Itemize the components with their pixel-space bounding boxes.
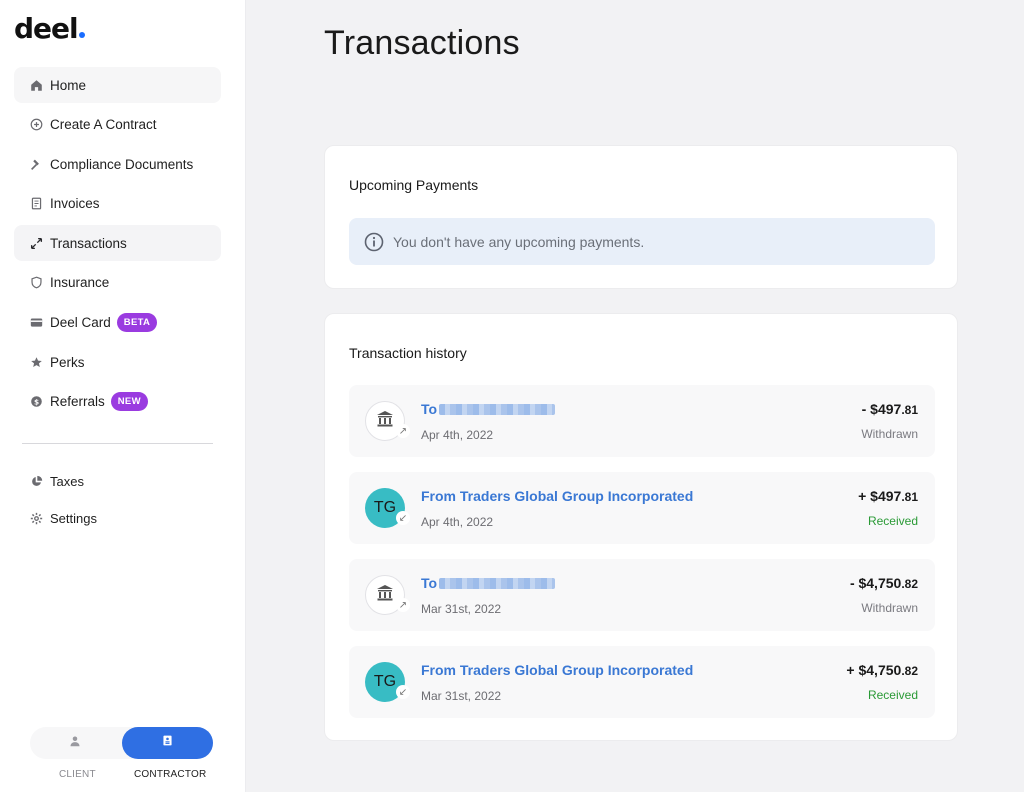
- amount-cents: .81: [901, 403, 918, 417]
- upcoming-payments-title: Upcoming Payments: [349, 177, 479, 193]
- sidebar-item-settings[interactable]: Settings: [14, 500, 221, 536]
- card-icon: [30, 315, 50, 331]
- sidebar-item-label: Referrals: [50, 394, 105, 410]
- sidebar-item-deel-card[interactable]: Deel Card BETA: [14, 305, 221, 341]
- amount-main: - $4,750: [849, 575, 902, 591]
- sidebar-secondary-nav: Taxes Settings: [14, 463, 221, 537]
- bank-icon: [375, 583, 395, 608]
- transaction-status: Withdrawn: [861, 601, 918, 615]
- sidebar-item-label: Home: [50, 77, 87, 93]
- redacted-recipient: [439, 578, 556, 589]
- pie-chart-icon: [30, 473, 50, 489]
- document-icon: [30, 196, 50, 212]
- sidebar-item-label: Create A Contract: [50, 117, 157, 133]
- contractor-role-button[interactable]: [122, 727, 213, 759]
- sidebar: deel Home Create A Contract Compliance D…: [0, 0, 246, 792]
- star-icon: [30, 354, 50, 370]
- sidebar-item-label: Transactions: [50, 235, 127, 251]
- transaction-status: Received: [867, 688, 918, 702]
- home-icon: [30, 77, 50, 93]
- transaction-date: Mar 31st, 2022: [421, 602, 502, 616]
- outgoing-arrow-icon: ↗: [396, 424, 410, 438]
- svg-text:$: $: [34, 398, 39, 407]
- sidebar-item-perks[interactable]: Perks: [14, 344, 221, 380]
- redacted-recipient: [439, 404, 556, 415]
- empty-upcoming-notice: You don't have any upcoming payments.: [349, 218, 935, 265]
- transaction-history-title: Transaction history: [349, 345, 467, 361]
- sidebar-item-taxes[interactable]: Taxes: [14, 463, 221, 499]
- gear-icon: [30, 510, 50, 526]
- transaction-status: Withdrawn: [861, 427, 918, 441]
- hammer-icon: [30, 156, 50, 172]
- transaction-row[interactable]: TG ↙ From Traders Global Group Incorpora…: [349, 472, 935, 544]
- incoming-arrow-icon: ↙: [396, 511, 410, 525]
- transaction-row[interactable]: TG ↙ From Traders Global Group Incorpora…: [349, 646, 935, 718]
- dollar-coin-icon: $: [30, 394, 50, 410]
- transaction-name[interactable]: To: [421, 401, 556, 417]
- sidebar-divider: [22, 443, 213, 444]
- plus-circle-icon: [30, 117, 50, 133]
- client-role-button[interactable]: [30, 727, 120, 759]
- sidebar-item-label: Settings: [50, 510, 97, 526]
- deel-logo[interactable]: deel: [14, 12, 85, 45]
- outgoing-arrow-icon: ↗: [396, 598, 410, 612]
- transaction-amount: - $4,750.82: [850, 575, 918, 591]
- contractor-role-label: CONTRACTOR: [134, 769, 207, 780]
- logo-dot: [78, 32, 85, 38]
- sidebar-item-create-contract[interactable]: Create A Contract: [14, 107, 221, 143]
- transaction-name[interactable]: From Traders Global Group Incorporated: [421, 662, 693, 678]
- amount-main: - $497: [861, 401, 902, 417]
- sidebar-item-label: Taxes: [50, 473, 84, 489]
- amount-cents: .81: [901, 490, 918, 504]
- sidebar-nav: Home Create A Contract Compliance Docume…: [14, 67, 221, 423]
- transaction-name[interactable]: From Traders Global Group Incorporated: [421, 488, 693, 504]
- transaction-date: Mar 31st, 2022: [421, 689, 502, 703]
- sidebar-item-label: Invoices: [50, 196, 100, 212]
- transaction-status: Received: [867, 514, 918, 528]
- role-switch: [30, 727, 213, 759]
- client-role-label: CLIENT: [59, 769, 96, 780]
- amount-cents: .82: [901, 664, 918, 678]
- transaction-name-text: To: [421, 401, 438, 417]
- person-icon: [69, 734, 81, 752]
- sidebar-item-label: Deel Card: [50, 315, 111, 331]
- bank-icon: [375, 409, 395, 434]
- amount-main: + $4,750: [846, 662, 902, 678]
- logo-text: deel: [14, 12, 79, 45]
- sidebar-item-label: Insurance: [50, 275, 110, 291]
- transaction-history-card: Transaction history ↗ To Apr 4th, 2022 -…: [324, 313, 958, 741]
- transaction-row[interactable]: ↗ To Apr 4th, 2022 - $497.81 Withdrawn: [349, 385, 935, 457]
- transaction-amount: + $4,750.82: [846, 662, 918, 678]
- transaction-amount: + $497.81: [858, 488, 918, 504]
- transaction-name-text: To: [421, 575, 438, 591]
- transaction-amount: - $497.81: [862, 401, 918, 417]
- shield-icon: [30, 275, 50, 291]
- empty-upcoming-message: You don't have any upcoming payments.: [393, 233, 645, 250]
- transaction-date: Apr 4th, 2022: [421, 515, 494, 529]
- transaction-name[interactable]: To: [421, 575, 556, 591]
- transfer-arrows-icon: [30, 235, 50, 251]
- sidebar-item-label: Compliance Documents: [50, 156, 194, 172]
- sidebar-item-insurance[interactable]: Insurance: [14, 265, 221, 301]
- transaction-row[interactable]: ↗ To Mar 31st, 2022 - $4,750.82 Withdraw…: [349, 559, 935, 631]
- sidebar-item-home[interactable]: Home: [14, 67, 221, 103]
- beta-badge: BETA: [116, 313, 158, 333]
- amount-cents: .82: [901, 577, 918, 591]
- sidebar-item-compliance-documents[interactable]: Compliance Documents: [14, 146, 221, 182]
- sidebar-item-label: Perks: [50, 354, 85, 370]
- transaction-date: Apr 4th, 2022: [421, 428, 494, 442]
- page-title: Transactions: [324, 24, 520, 62]
- new-badge: NEW: [110, 392, 148, 412]
- briefcase-icon: [161, 734, 174, 752]
- sidebar-item-invoices[interactable]: Invoices: [14, 186, 221, 222]
- sidebar-item-referrals[interactable]: $ Referrals NEW: [14, 384, 221, 420]
- info-icon: [364, 232, 384, 252]
- upcoming-payments-card: Upcoming Payments You don't have any upc…: [324, 145, 958, 289]
- incoming-arrow-icon: ↙: [396, 685, 410, 699]
- sidebar-item-transactions[interactable]: Transactions: [14, 225, 221, 262]
- amount-main: + $497: [858, 488, 902, 504]
